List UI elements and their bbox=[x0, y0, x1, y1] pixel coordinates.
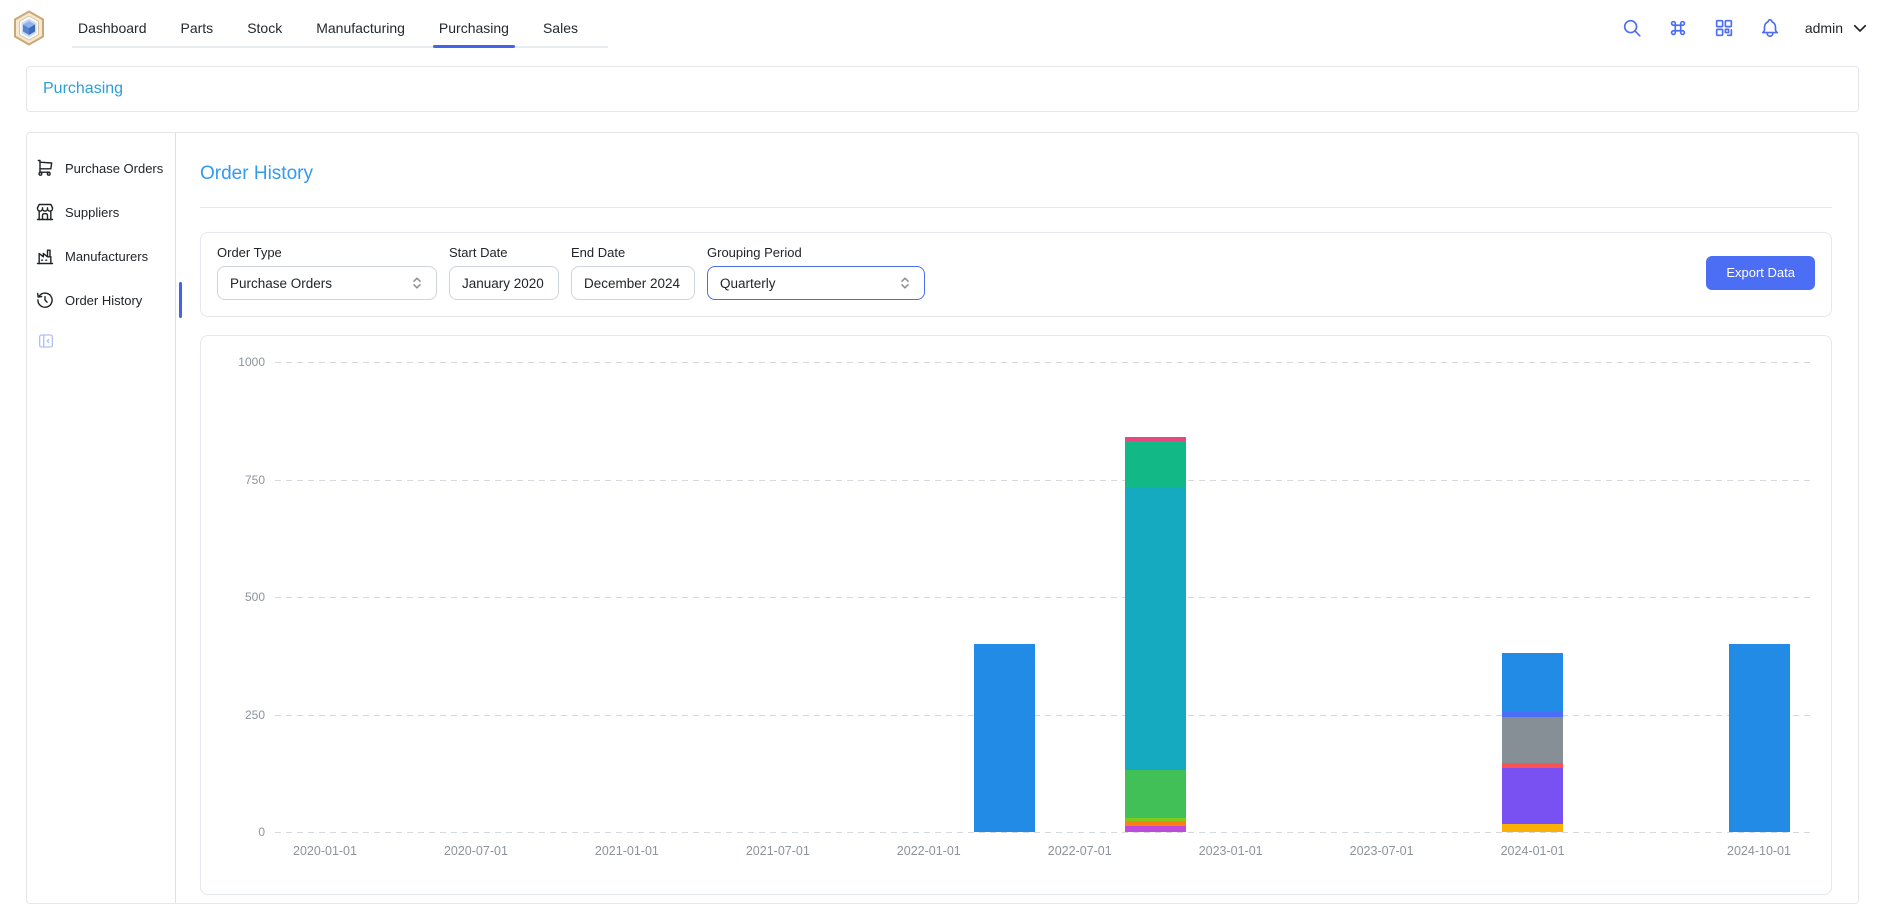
x-axis-label: 2022-01-01 bbox=[869, 844, 989, 858]
end-date-value: December 2024 bbox=[584, 276, 680, 291]
bell-icon[interactable] bbox=[1759, 17, 1781, 39]
grouping-period-field: Grouping Period Quarterly bbox=[707, 245, 925, 300]
chart-bar[interactable] bbox=[1125, 437, 1186, 832]
order-type-value: Purchase Orders bbox=[230, 276, 332, 291]
chart-bar[interactable] bbox=[1502, 653, 1563, 832]
gridline bbox=[275, 362, 1811, 363]
sidebar-item-label: Order History bbox=[65, 293, 142, 308]
start-date-label: Start Date bbox=[449, 245, 559, 260]
breadcrumb-purchasing[interactable]: Purchasing bbox=[43, 80, 123, 98]
grouping-period-label: Grouping Period bbox=[707, 245, 925, 260]
sidebar-item-label: Manufacturers bbox=[65, 249, 148, 264]
chart-bar[interactable] bbox=[1729, 644, 1790, 832]
x-axis-label: 2020-01-01 bbox=[265, 844, 385, 858]
chevron-down-icon bbox=[1851, 19, 1869, 37]
stacked-bar-chart: 025050075010002020-01-012020-07-012021-0… bbox=[275, 362, 1811, 832]
bar-segment[interactable] bbox=[1502, 717, 1563, 763]
select-stepper-icon bbox=[898, 276, 912, 290]
end-date-field: End Date December 2024 bbox=[571, 245, 695, 300]
gridline bbox=[275, 715, 1811, 716]
y-axis-label: 500 bbox=[211, 590, 265, 604]
bar-segment[interactable] bbox=[1502, 768, 1563, 824]
main-tabs: Dashboard Parts Stock Manufacturing Purc… bbox=[72, 0, 608, 56]
x-axis-label: 2021-07-01 bbox=[718, 844, 838, 858]
chart-bar[interactable] bbox=[974, 644, 1035, 832]
breadcrumb-bar: Purchasing bbox=[26, 66, 1859, 112]
x-axis-label: 2023-07-01 bbox=[1322, 844, 1442, 858]
x-axis-label: 2021-01-01 bbox=[567, 844, 687, 858]
y-axis-label: 1000 bbox=[211, 355, 265, 369]
y-axis-label: 750 bbox=[211, 473, 265, 487]
select-stepper-icon bbox=[410, 276, 424, 290]
sidebar-item-purchase-orders[interactable]: Purchase Orders bbox=[33, 148, 175, 188]
factory-icon bbox=[35, 246, 55, 266]
bar-segment[interactable] bbox=[1125, 770, 1186, 818]
user-name: admin bbox=[1805, 20, 1843, 36]
gridline bbox=[275, 480, 1811, 481]
qr-scan-icon[interactable] bbox=[1713, 17, 1735, 39]
order-type-select[interactable]: Purchase Orders bbox=[217, 266, 437, 300]
tab-purchasing[interactable]: Purchasing bbox=[439, 0, 509, 56]
title-divider bbox=[200, 207, 1832, 208]
x-axis-label: 2024-01-01 bbox=[1473, 844, 1593, 858]
shopping-cart-icon bbox=[35, 158, 55, 178]
end-date-label: End Date bbox=[571, 245, 695, 260]
history-clock-icon bbox=[35, 290, 55, 310]
order-type-label: Order Type bbox=[217, 245, 437, 260]
search-icon[interactable] bbox=[1621, 17, 1643, 39]
gridline bbox=[275, 597, 1811, 598]
page-title: Order History bbox=[200, 163, 1832, 185]
sidebar-item-order-history[interactable]: Order History bbox=[33, 280, 175, 320]
start-date-input[interactable]: January 2020 bbox=[449, 266, 559, 300]
x-axis-label: 2024-10-01 bbox=[1699, 844, 1819, 858]
grouping-period-value: Quarterly bbox=[720, 276, 776, 291]
order-history-chart-card: 0 250 500 750 1000 2020-01-01 2020-07-01 2021-0… bbox=[200, 335, 1832, 895]
y-axis-label: 0 bbox=[211, 825, 265, 839]
bar-segment[interactable] bbox=[1502, 824, 1563, 832]
bar-segment[interactable] bbox=[1125, 826, 1186, 832]
filter-bar: Order Type Purchase Orders Start Date Ja… bbox=[200, 232, 1832, 317]
tab-stock[interactable]: Stock bbox=[247, 0, 282, 56]
sidebar-item-suppliers[interactable]: Suppliers bbox=[33, 192, 175, 232]
end-date-input[interactable]: December 2024 bbox=[571, 266, 695, 300]
bar-segment[interactable] bbox=[974, 644, 1035, 832]
nav-actions: admin bbox=[1621, 17, 1869, 39]
storefront-icon bbox=[35, 202, 55, 222]
sidebar-item-label: Suppliers bbox=[65, 205, 119, 220]
tab-manufacturing[interactable]: Manufacturing bbox=[316, 0, 405, 56]
x-axis-label: 2022-07-01 bbox=[1020, 844, 1140, 858]
start-date-value: January 2020 bbox=[462, 276, 544, 291]
y-axis-label: 250 bbox=[211, 708, 265, 722]
start-date-field: Start Date January 2020 bbox=[449, 245, 559, 300]
top-navigation: Dashboard Parts Stock Manufacturing Purc… bbox=[0, 0, 1885, 56]
sidebar: Purchase Orders Suppliers Manufacturers … bbox=[27, 133, 176, 903]
user-menu[interactable]: admin bbox=[1805, 19, 1869, 37]
order-history-page: Order History Order Type Purchase Orders… bbox=[176, 133, 1858, 903]
bar-segment[interactable] bbox=[1729, 644, 1790, 832]
tab-parts[interactable]: Parts bbox=[181, 0, 214, 56]
bar-segment[interactable] bbox=[1502, 653, 1563, 712]
command-icon[interactable] bbox=[1667, 17, 1689, 39]
inventree-logo-icon[interactable] bbox=[12, 10, 46, 46]
tab-sales[interactable]: Sales bbox=[543, 0, 578, 56]
bar-segment[interactable] bbox=[1125, 441, 1186, 488]
order-type-field: Order Type Purchase Orders bbox=[217, 245, 437, 300]
tab-dashboard[interactable]: Dashboard bbox=[78, 0, 147, 56]
main-panel: Purchase Orders Suppliers Manufacturers … bbox=[26, 132, 1859, 904]
sidebar-item-manufacturers[interactable]: Manufacturers bbox=[33, 236, 175, 276]
bar-segment[interactable] bbox=[1125, 488, 1186, 770]
sidebar-collapse-icon[interactable] bbox=[37, 332, 55, 350]
export-data-button[interactable]: Export Data bbox=[1706, 256, 1815, 290]
gridline bbox=[275, 832, 1811, 833]
x-axis-label: 2023-01-01 bbox=[1171, 844, 1291, 858]
x-axis-label: 2020-07-01 bbox=[416, 844, 536, 858]
grouping-period-select[interactable]: Quarterly bbox=[707, 266, 925, 300]
sidebar-item-label: Purchase Orders bbox=[65, 161, 163, 176]
